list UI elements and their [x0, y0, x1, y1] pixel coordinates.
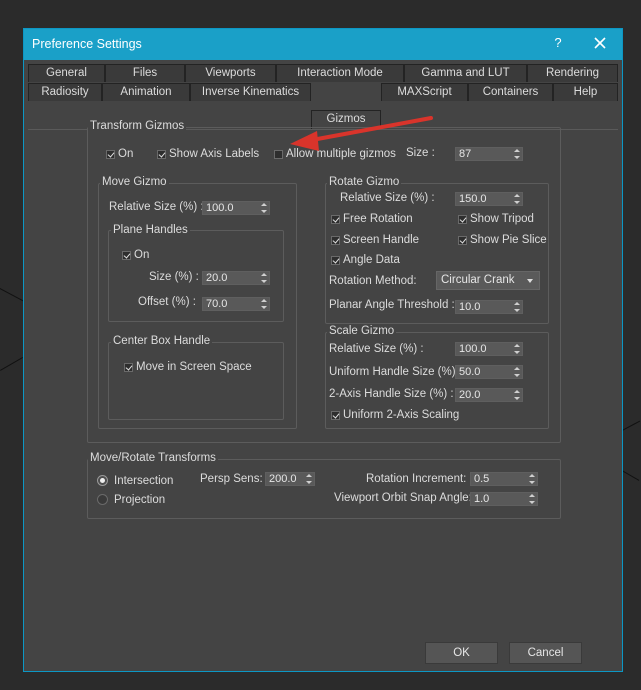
viewport-grid-line — [0, 288, 25, 303]
uniform-handle-size-spinner[interactable]: 50.0 — [455, 365, 523, 379]
tab-help[interactable]: Help — [553, 83, 618, 101]
title-bar[interactable]: Preference Settings ? — [24, 29, 622, 60]
plane-size-label: Size (%) : — [149, 271, 199, 283]
size-label: Size : — [406, 147, 435, 159]
rotation-increment-spinner[interactable]: 0.5 — [470, 472, 538, 486]
two-axis-handle-size-label: 2-Axis Handle Size (%) : — [329, 388, 454, 400]
plane-handles-title: Plane Handles — [111, 224, 190, 236]
screen-handle-label: Screen Handle — [343, 234, 420, 246]
plane-size-spinner[interactable]: 20.0 — [202, 271, 270, 285]
viewport-grid-line — [622, 420, 641, 431]
tab-general[interactable]: General — [28, 64, 105, 82]
move-rotate-transforms-title: Move/Rotate Transforms — [88, 452, 218, 464]
show-pie-slice-label: Show Pie Slice — [470, 234, 547, 246]
angle-data-label: Angle Data — [343, 254, 400, 266]
close-icon[interactable] — [590, 33, 610, 53]
show-axis-labels-label: Show Axis Labels — [169, 148, 260, 160]
tab-files[interactable]: Files — [105, 64, 185, 82]
move-screen-space-label: Move in Screen Space — [136, 361, 252, 373]
show-tripod-label: Show Tripod — [470, 213, 534, 225]
scale-relative-size-spinner[interactable]: 100.0 — [455, 342, 523, 356]
help-button[interactable]: ? — [550, 35, 566, 53]
tab-rendering[interactable]: Rendering — [527, 64, 618, 82]
screen-handle-checkbox[interactable] — [331, 236, 340, 245]
size-spinner[interactable]: 87 — [455, 147, 523, 161]
center-box-group — [108, 342, 284, 420]
show-pie-slice-checkbox[interactable] — [458, 236, 467, 245]
move-relative-size-spinner[interactable]: 100.0 — [202, 201, 270, 215]
allow-multiple-gizmos-label: Allow multiple gizmos — [286, 148, 396, 160]
scale-relative-size-label: Relative Size (%) : — [329, 343, 424, 355]
chevron-down-icon — [527, 279, 533, 283]
intersection-label: Intersection — [114, 475, 174, 487]
show-tripod-checkbox[interactable] — [458, 215, 467, 224]
plane-on-label: On — [134, 249, 150, 261]
rotation-method-label: Rotation Method: — [329, 275, 417, 287]
rotation-increment-label: Rotation Increment: — [366, 473, 467, 485]
rotation-method-dropdown[interactable]: Circular Crank — [436, 271, 540, 290]
free-rotation-label: Free Rotation — [343, 213, 413, 225]
tab-maxscript[interactable]: MAXScript — [381, 83, 468, 101]
free-rotation-checkbox[interactable] — [331, 215, 340, 224]
transform-on-label: On — [118, 148, 134, 160]
move-relative-size-label: Relative Size (%) : — [109, 201, 204, 213]
tab-gamma-and-lut[interactable]: Gamma and LUT — [404, 64, 527, 82]
intersection-radio[interactable] — [97, 475, 108, 486]
window-title: Preference Settings — [32, 37, 142, 51]
plane-offset-label: Offset (%) : — [138, 296, 196, 308]
rotate-gizmo-title: Rotate Gizmo — [327, 176, 402, 188]
tab-containers[interactable]: Containers — [468, 83, 553, 101]
projection-radio[interactable] — [97, 494, 108, 505]
uniform-handle-size-label: Uniform Handle Size (%) : — [329, 366, 462, 378]
angle-data-checkbox[interactable] — [331, 256, 340, 265]
move-screen-space-checkbox[interactable] — [124, 363, 133, 372]
center-box-title: Center Box Handle — [111, 335, 213, 347]
move-gizmo-title: Move Gizmo — [100, 176, 169, 188]
tab-animation[interactable]: Animation — [102, 83, 190, 101]
projection-label: Projection — [114, 494, 166, 506]
tab-viewports[interactable]: Viewports — [185, 64, 276, 82]
viewport-grid-line — [0, 357, 24, 371]
show-axis-labels-checkbox[interactable] — [157, 150, 166, 159]
tab-inverse-kinematics[interactable]: Inverse Kinematics — [190, 83, 311, 101]
orbit-snap-angle-spinner[interactable]: 1.0 — [470, 492, 538, 506]
persp-sens-label: Persp Sens: — [200, 473, 263, 485]
tab-radiosity[interactable]: Radiosity — [28, 83, 102, 101]
orbit-snap-angle-label: Viewport Orbit Snap Angle: — [334, 492, 472, 504]
cancel-button[interactable]: Cancel — [509, 642, 582, 664]
preference-dialog: Preference Settings ? General Files View… — [23, 28, 623, 672]
two-axis-handle-size-spinner[interactable]: 20.0 — [455, 388, 523, 402]
transform-gizmos-title: Transform Gizmos — [88, 120, 187, 132]
plane-on-checkbox[interactable] — [122, 251, 131, 260]
uniform-2axis-scaling-checkbox[interactable] — [331, 411, 340, 420]
transform-on-checkbox[interactable] — [106, 150, 115, 159]
scale-gizmo-title: Scale Gizmo — [327, 325, 397, 337]
rotate-relative-size-spinner[interactable]: 150.0 — [455, 192, 523, 206]
move-rotate-transforms-group — [87, 459, 561, 519]
tab-interaction-mode[interactable]: Interaction Mode — [276, 64, 404, 82]
planar-threshold-spinner[interactable]: 10.0 — [455, 300, 523, 314]
ok-button[interactable]: OK — [425, 642, 498, 664]
viewport-grid-line — [621, 470, 640, 481]
uniform-2axis-scaling-label: Uniform 2-Axis Scaling — [343, 409, 460, 421]
persp-sens-spinner[interactable]: 200.0 — [265, 472, 315, 486]
rotate-relative-size-label: Relative Size (%) : — [340, 192, 435, 204]
allow-multiple-gizmos-checkbox[interactable] — [274, 150, 283, 159]
planar-threshold-label: Planar Angle Threshold : — [329, 299, 455, 311]
plane-offset-spinner[interactable]: 70.0 — [202, 297, 270, 311]
